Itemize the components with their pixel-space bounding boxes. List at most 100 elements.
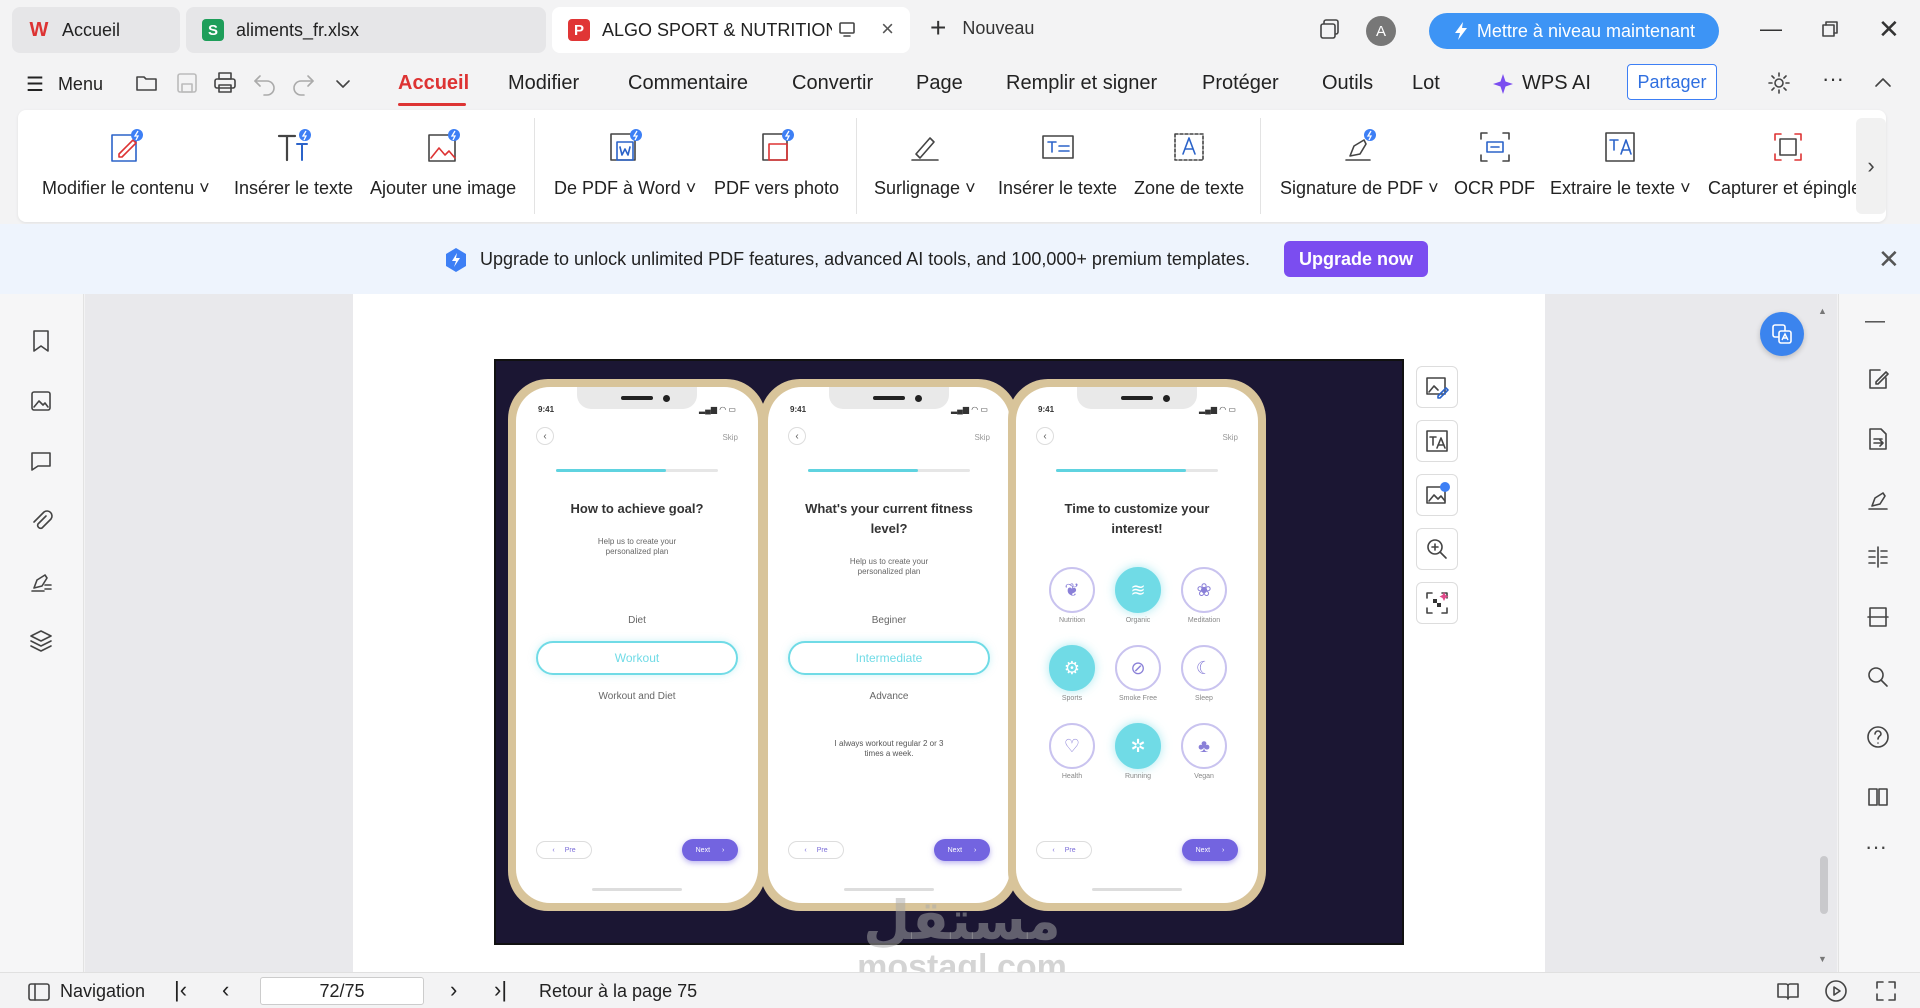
open-folder-icon[interactable] (134, 70, 160, 96)
ribbon-extraire-texte[interactable]: Extraire le texte ˅ (1550, 128, 1691, 199)
next-page-icon[interactable]: › (450, 977, 457, 1003)
ribbon-label: Insérer le texte (234, 178, 354, 198)
layers-icon[interactable] (28, 628, 54, 654)
close-tab-icon[interactable]: × (881, 18, 894, 40)
print-icon[interactable] (212, 70, 238, 96)
zoom-in-button[interactable] (1416, 528, 1458, 570)
menu-button[interactable]: ☰ Menu (26, 72, 103, 97)
convert-doc-icon[interactable] (1865, 426, 1891, 452)
ribbon-signature[interactable]: Signature de PDF ˅ (1280, 128, 1439, 199)
chevron-down-icon[interactable] (333, 74, 353, 94)
ai-image-button[interactable] (1416, 474, 1458, 516)
tab-remplir-signer[interactable]: Remplir et signer (1006, 72, 1157, 95)
minimize-icon[interactable]: — (1760, 16, 1782, 42)
interest-item: ⊘ Smoke Free (1108, 645, 1168, 702)
phone-mockup-2: 9:41 ▂▄▆ ◠ ▭ ‹ Skip What's your current … (760, 379, 1018, 911)
tab-convertir[interactable]: Convertir (792, 72, 873, 95)
ribbon-inserer-zone[interactable]: Insérer le texte (998, 128, 1117, 199)
gear-icon[interactable] (1766, 70, 1792, 96)
tab-outils[interactable]: Outils (1322, 72, 1373, 95)
undo-icon[interactable] (252, 70, 278, 96)
sign-pen-icon[interactable] (1865, 486, 1891, 512)
phone-screen: 9:41 ▂▄▆ ◠ ▭ ‹ Skip How to achieve goal?… (516, 387, 758, 903)
collapse-panel-icon[interactable]: — (1865, 310, 1885, 333)
search-icon[interactable] (1865, 664, 1891, 690)
tab-home[interactable]: W Accueil (12, 7, 180, 53)
scroll-up-icon[interactable]: ▲ (1818, 306, 1827, 316)
fullscreen-icon[interactable] (1874, 979, 1898, 1003)
upgrade-now-button[interactable]: Mettre à niveau maintenant (1429, 13, 1719, 49)
new-tab-button[interactable]: + Nouveau (930, 14, 1034, 42)
return-to-page-link[interactable]: Retour à la page 75 (539, 981, 697, 1002)
last-page-icon[interactable]: ›| (494, 977, 507, 1003)
tab-lot[interactable]: Lot (1412, 72, 1440, 95)
close-window-icon[interactable]: ✕ (1878, 14, 1900, 45)
window-layout-icon[interactable] (1318, 17, 1342, 41)
tab-wps-ai[interactable]: WPS AI (1492, 72, 1591, 95)
collapse-ribbon-icon[interactable] (1872, 72, 1894, 94)
tab-modifier[interactable]: Modifier (508, 72, 579, 95)
tab-proteger[interactable]: Protéger (1202, 72, 1279, 95)
scroll-thumb[interactable] (1820, 856, 1828, 914)
ribbon-pdf-word[interactable]: De PDF à Word ˅ (554, 128, 696, 199)
qr-ai-button[interactable] (1416, 582, 1458, 624)
book-icon[interactable] (1865, 784, 1891, 810)
ribbon-label: Signature de PDF ˅ (1280, 178, 1439, 198)
save-icon[interactable] (174, 70, 200, 96)
edit-image-icon (1426, 377, 1449, 399)
ribbon-modifier-contenu[interactable]: Modifier le contenu ˅ (42, 128, 210, 199)
edit-image-button[interactable] (1416, 366, 1458, 408)
tab-commentaire[interactable]: Commentaire (628, 72, 748, 95)
tab-label: ALGO SPORT & NUTRITIONS (602, 19, 832, 40)
close-banner-icon[interactable]: ✕ (1878, 244, 1900, 275)
interest-item: ☾ Sleep (1174, 645, 1234, 702)
thumbnail-icon[interactable] (28, 388, 54, 414)
page-number-input[interactable]: 72/75 (260, 977, 424, 1005)
scan-doc-icon[interactable] (1865, 604, 1891, 630)
play-icon[interactable] (1824, 979, 1848, 1003)
share-button[interactable]: Partager (1627, 64, 1717, 100)
ai-assistant-button[interactable] (1760, 312, 1804, 356)
ribbon-pdf-photo[interactable]: PDF vers photo (714, 128, 839, 199)
extract-text-float-button[interactable] (1416, 420, 1458, 462)
ribbon-label: Extraire le texte ˅ (1550, 178, 1691, 198)
ribbon-ocr[interactable]: OCR PDF (1454, 128, 1535, 199)
restore-icon[interactable] (1820, 19, 1840, 39)
phone-screen: 9:41 ▂▄▆ ◠ ▭ ‹ Skip What's your current … (768, 387, 1010, 903)
compare-icon[interactable] (1865, 544, 1891, 570)
screen-icon[interactable] (838, 20, 856, 38)
tab-pdf-active[interactable]: P ALGO SPORT & NUTRITIONS × (552, 7, 910, 53)
tab-accueil[interactable]: Accueil (398, 72, 469, 95)
ribbon-capturer[interactable]: Capturer et épingler (1708, 128, 1867, 199)
comment-icon[interactable] (28, 448, 54, 474)
tab-spreadsheet[interactable]: S aliments_fr.xlsx (186, 7, 546, 53)
ribbon-toolbar: Modifier le contenu ˅ Insérer le texte A… (18, 110, 1886, 222)
scroll-down-icon[interactable]: ▼ (1818, 954, 1827, 964)
extract-text-icon (1605, 132, 1636, 162)
ribbon-ajouter-image[interactable]: Ajouter une image (370, 128, 516, 199)
prev-page-icon[interactable]: ‹ (222, 977, 229, 1003)
vertical-scrollbar[interactable]: ▲ ▼ (1816, 294, 1830, 972)
attachment-icon[interactable] (28, 508, 54, 534)
edit-doc-icon[interactable] (1865, 366, 1891, 392)
more-tools-icon[interactable]: ··· (1865, 834, 1887, 860)
left-sidebar (0, 294, 84, 972)
help-icon[interactable] (1865, 724, 1891, 750)
ribbon-next-arrow[interactable]: › (1856, 118, 1886, 214)
tab-page[interactable]: Page (916, 72, 963, 95)
upgrade-banner-button[interactable]: Upgrade now (1284, 241, 1428, 277)
ribbon-surlignage[interactable]: Surlignage ˅ (874, 128, 976, 199)
ribbon-label: Surlignage ˅ (874, 178, 976, 198)
ribbon-zone-texte[interactable]: Zone de texte (1134, 128, 1244, 199)
avatar[interactable]: A (1366, 16, 1396, 46)
ribbon-inserer-texte[interactable]: Insérer le texte (234, 128, 353, 199)
phone-pre-button: ‹ Pre (536, 841, 592, 859)
read-mode-icon[interactable] (1776, 979, 1800, 1003)
navigation-toggle[interactable]: Navigation (28, 981, 145, 1002)
redo-icon[interactable] (290, 70, 316, 96)
signature-panel-icon[interactable] (28, 568, 54, 594)
more-options-icon[interactable]: ··· (1822, 66, 1844, 92)
first-page-icon[interactable]: |‹ (174, 977, 187, 1003)
sports-icon: ⚙ (1049, 645, 1095, 691)
bookmark-icon[interactable] (28, 328, 54, 354)
